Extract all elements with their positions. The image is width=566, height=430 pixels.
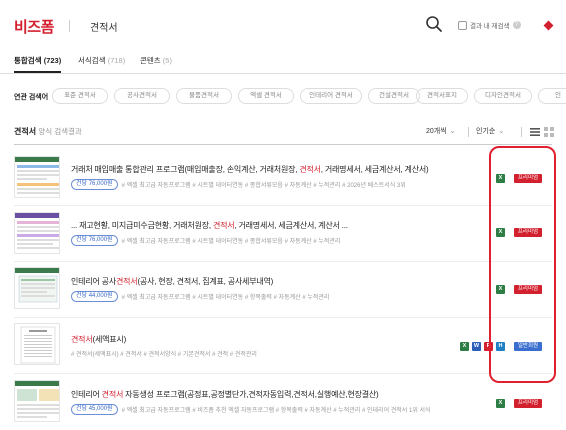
item-meta: 건당 45,000원 # 엑셀 최고급 자동프로그램 # 비즈폼 추천 엑셀 자… <box>71 404 431 415</box>
title-text: (공사, 현장, 견적서, 집계표, 공사세부내역) <box>137 277 274 286</box>
price-badge: 건당 45,000원 <box>71 404 118 415</box>
tab-integrated[interactable]: 통합검색 (723) <box>14 55 62 73</box>
premium-badge: 프리미엄 <box>514 399 542 408</box>
divider <box>521 127 522 137</box>
related-chip[interactable]: 디자인견적서 <box>474 88 532 104</box>
search-in-results[interactable]: 결과 내 재검색 ? <box>458 20 521 30</box>
results-keyword: 견적서 <box>14 127 37 136</box>
list-view-icon[interactable] <box>530 127 540 137</box>
title-text: 인테리어 공사 <box>71 277 116 286</box>
related-chip[interactable]: 공사견적서 <box>114 88 170 104</box>
item-title[interactable]: 인테리어 공사견적서(공사, 현장, 견적서, 집계표, 공사세부내역) <box>71 276 273 287</box>
item-meta: 건당 44,000원 # 엑셀 최고급 자동프로그램 # 시트별 데이터연동 #… <box>71 291 329 302</box>
related-keywords-label: 연관 검색어 <box>14 94 49 101</box>
tab-contents[interactable]: 콘텐츠 (5) <box>140 55 172 66</box>
grid-view-icon[interactable] <box>544 127 554 137</box>
title-text: 인테리어 <box>71 390 102 399</box>
price-badge: 건당 44,000원 <box>71 291 118 302</box>
thumbnail[interactable] <box>14 212 60 254</box>
diamond-icon[interactable] <box>543 20 554 31</box>
item-tags: # 엑셀 최고급 자동프로그램 # 시트별 데이터연동 # 항목출력 # 자동계… <box>121 295 330 301</box>
related-chip[interactable]: 표준 견적서 <box>52 88 108 104</box>
divider <box>468 127 469 137</box>
title-keyword: 견적서 <box>212 221 235 230</box>
excel-icon: X <box>460 342 469 351</box>
related-chip[interactable]: 견적서표지 <box>416 88 468 104</box>
list-top-divider <box>14 144 552 145</box>
thumbnail[interactable] <box>14 323 60 365</box>
related-chip[interactable]: 엑셀 견적서 <box>238 88 294 104</box>
title-keyword: 견적서 <box>115 277 138 286</box>
title-text: (세액표시) <box>92 335 127 344</box>
thumbnail[interactable] <box>14 156 60 198</box>
title-text: 거래처 매입매출 통합관리 프로그램(매입매출장, 손익계산, 거래처원장, <box>71 165 300 174</box>
item-title[interactable]: 견적서(세액표시) <box>71 334 126 345</box>
word-icon: W <box>472 342 481 351</box>
search-tabs: 통합검색 (723) 서식검색 (718) 콘텐츠 (5) <box>0 48 566 74</box>
search-input[interactable]: 견적서 <box>90 19 118 34</box>
item-title[interactable]: ... 재고현황, 미지급미수금현황, 거래처원장, 견적서, 거래명세서, 세… <box>71 220 348 231</box>
list-item[interactable]: 인테리어 견적서 자동생성 프로그램(공정표,공정별단가,견적자동입력,견적서,… <box>0 375 566 429</box>
tab-label: 서식검색 <box>78 56 106 65</box>
item-title[interactable]: 거래처 매입매출 통합관리 프로그램(매입매출장, 손익계산, 거래처원장, 견… <box>71 164 429 175</box>
results-title: 견적서 양식 검색결과 <box>14 126 82 137</box>
title-text: 자동생성 프로그램(공정표,공정별단가,견적자동입력,견적서,실행예산,현장결산… <box>123 390 379 399</box>
tab-count: (723) <box>43 56 62 65</box>
tab-forms[interactable]: 서식검색 (718) <box>78 55 125 66</box>
top-header: 비즈폼 견적서 결과 내 재검색 ? <box>0 0 566 48</box>
related-chip[interactable]: 인 <box>538 88 566 104</box>
list-item[interactable]: 견적서(세액표시) # 견적서(세액표시) # 견적서 # 견적서양식 # 기본… <box>0 318 566 372</box>
item-tags: # 엑셀 최고급 자동프로그램 # 비즈폼 추천 엑셀 자동프로그램 # 항목출… <box>121 408 431 414</box>
results-subtitle: 양식 검색결과 <box>38 127 82 136</box>
chevron-down-icon: ⌄ <box>449 128 456 135</box>
title-text: ... 재고현황, 미지급미수금현황, 거래처원장, <box>71 221 213 230</box>
title-keyword: 견적서 <box>101 390 124 399</box>
item-tags: # 견적서(세액표시) # 견적서 # 견적서양식 # 기본견적서 # 견적 #… <box>71 352 257 358</box>
item-tags: # 엑셀 최고급 자동프로그램 # 시트별 데이터연동 # 종합서류모음 # 자… <box>121 239 341 245</box>
tab-label: 통합검색 <box>14 56 42 65</box>
title-text: , 거래명세서, 세금계산서, 계산서) <box>320 165 429 174</box>
item-meta: 건당 76,000원 # 엑셀 최고급 자동프로그램 # 시트별 데이터연동 #… <box>71 179 406 190</box>
thumbnail[interactable] <box>14 267 60 309</box>
item-meta: 건당 76,000원 # 엑셀 최고급 자동프로그램 # 시트별 데이터연동 #… <box>71 235 340 246</box>
excel-icon: X <box>496 399 505 408</box>
item-tags: # 엑셀 최고급 자동프로그램 # 시트별 데이터연동 # 종합서류모음 # 자… <box>121 183 406 189</box>
highlight-annotation <box>489 146 556 383</box>
tab-count: (718) <box>107 56 126 65</box>
tab-count: (5) <box>162 56 172 65</box>
list-item[interactable]: 거래처 매입매출 통합관리 프로그램(매입매출장, 손익계산, 거래처원장, 견… <box>0 150 566 204</box>
help-icon[interactable]: ? <box>512 21 521 29</box>
item-meta: # 견적서(세액표시) # 견적서 # 견적서양식 # 기본견적서 # 견적 #… <box>71 349 257 358</box>
title-keyword: 견적서 <box>299 165 321 174</box>
price-badge: 건당 76,000원 <box>71 179 118 190</box>
header-divider <box>69 20 70 32</box>
list-item[interactable]: 인테리어 공사견적서(공사, 현장, 견적서, 집계표, 공사세부내역) 건당 … <box>0 262 566 316</box>
chevron-down-icon: ⌄ <box>498 128 505 135</box>
site-logo[interactable]: 비즈폼 <box>14 16 54 37</box>
price-badge: 건당 76,000원 <box>71 235 118 246</box>
sort-select[interactable]: 인기순 ⌄ <box>476 126 504 136</box>
tab-label: 콘텐츠 <box>140 56 161 65</box>
list-item[interactable]: ... 재고현황, 미지급미수금현황, 거래처원장, 견적서, 거래명세서, 세… <box>0 206 566 260</box>
related-chip[interactable]: 건설견적서 <box>368 88 420 104</box>
search-in-results-checkbox[interactable] <box>458 20 467 30</box>
title-text: , 거래명세서, 세금계산서, 계산서 ... <box>234 221 348 230</box>
item-title[interactable]: 인테리어 견적서 자동생성 프로그램(공정표,공정별단가,견적자동입력,견적서,… <box>71 389 379 400</box>
per-page-select[interactable]: 20개씩 ⌄ <box>426 126 456 136</box>
thumbnail[interactable] <box>14 380 60 422</box>
search-in-results-label: 결과 내 재검색 <box>470 23 510 30</box>
per-page-value: 20개씩 <box>426 128 447 135</box>
sort-value: 인기순 <box>476 128 496 135</box>
related-chip[interactable]: 물품견적서 <box>176 88 232 104</box>
related-chip[interactable]: 인테리어 견적서 <box>300 88 362 104</box>
results-header: 견적서 양식 검색결과 20개씩 ⌄ 인기순 ⌄ <box>0 122 566 142</box>
divider <box>14 373 552 374</box>
search-icon[interactable] <box>425 15 443 33</box>
related-keywords: 연관 검색어 표준 견적서 공사견적서 물품견적서 엑셀 견적서 인테리어 견적… <box>0 84 566 108</box>
title-keyword: 견적서 <box>71 335 93 344</box>
